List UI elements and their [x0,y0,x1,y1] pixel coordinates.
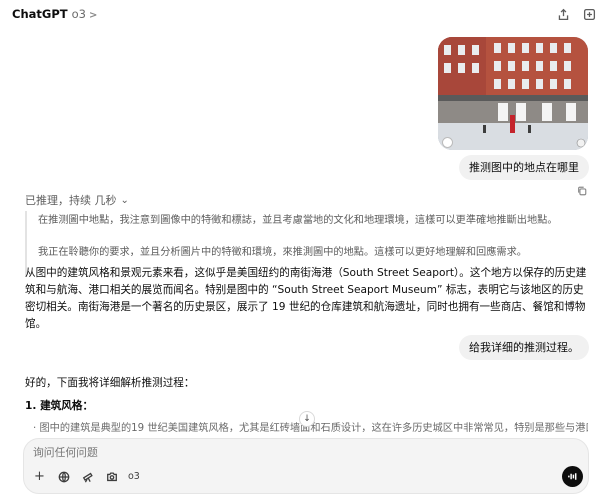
user-uploaded-image[interactable] [438,37,588,150]
reasoning-paragraph-2: 我正在聆聽你的要求，並且分析圖片中的特徵和環境，來推測圖中的地點。這樣可以更好地… [38,247,527,258]
image-source-icon [442,137,453,148]
model-name: o3 [71,7,86,21]
reasoning-toggle[interactable]: 已推理，持续 几秒 ⌄ [25,192,129,208]
app-name: ChatGPT [12,7,68,21]
assistant-answer: 从图中的建筑风格和景观元素来看，这似乎是美国纽约的南街海港（South Stre… [25,267,587,330]
telescope-icon[interactable] [80,469,95,484]
voice-mode-icon[interactable] [562,466,583,487]
new-window-icon[interactable] [581,6,597,22]
chevron-down-icon: ⌄ [120,194,129,206]
model-switcher[interactable]: ChatGPT o3 > [12,7,97,21]
message-input[interactable] [33,446,433,459]
globe-icon[interactable] [56,469,71,484]
reasoning-label: 已推理，持续 几秒 [25,194,117,207]
reply-intro: 好的，下面我将详细解析推测过程： [25,377,195,389]
reasoning-paragraph-1: 在推测圖中地點，我注意到圖像中的特徵和標誌，並且考慮當地的文化和地理環境，這樣可… [38,215,558,226]
plus-icon[interactable]: + [32,469,47,484]
share-icon[interactable] [555,6,571,22]
user-message-1: 推测图中的地点在哪里 [459,155,589,180]
top-bar: ChatGPT o3 > [0,0,609,30]
model-chip[interactable]: o3 [128,471,140,482]
camera-icon[interactable] [104,469,119,484]
reply-section-title: 1. 建筑风格： [25,400,94,412]
composer: + o3 [23,438,589,494]
user-message-2: 给我详细的推测过程。 [459,335,589,360]
copy-icon[interactable] [577,181,587,196]
chevron-right-icon: > [88,10,98,21]
scroll-down-icon[interactable]: ↓ [299,411,315,427]
